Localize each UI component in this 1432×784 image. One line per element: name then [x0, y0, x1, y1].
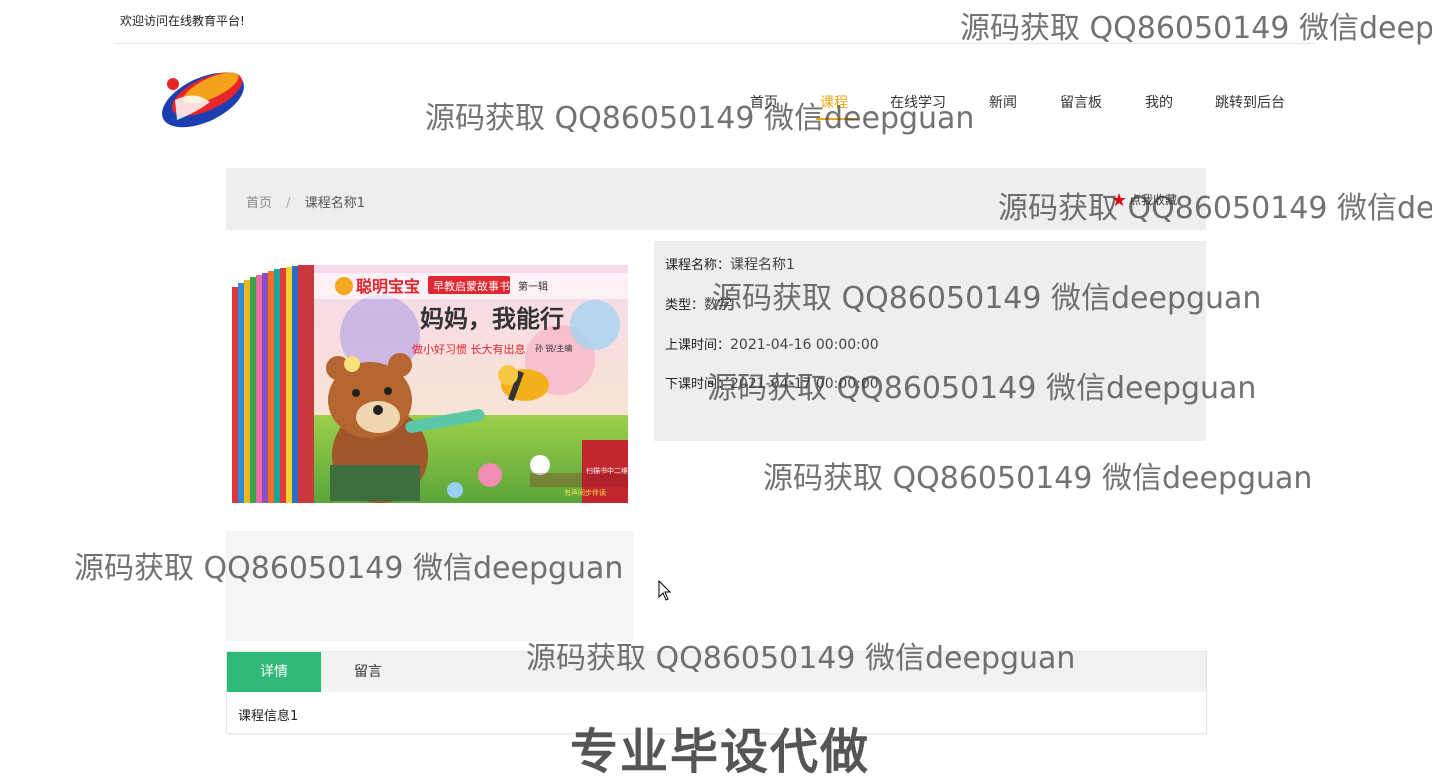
- course-start-label: 上课时间：: [665, 338, 731, 353]
- course-start-value: 2021-04-16 00:00:00: [730, 337, 879, 353]
- watermark-text: 源码获取 QQ86050149 微信deepguan: [425, 101, 975, 136]
- tab-details[interactable]: 详情: [227, 652, 321, 692]
- course-cover-image: 聪明宝宝 早教启蒙故事书 第一辑 妈妈，我能行 孙 锐/主编 做小好习惯 长大有…: [232, 265, 628, 503]
- book-tagline: 做小好习惯 长大有出息: [412, 342, 526, 356]
- book-author: 孙 锐/主编: [535, 343, 572, 353]
- course-info-panel: 课程名称：课程名称1 类型：数学 上课时间：2021-04-16 00:00:0…: [654, 241, 1206, 441]
- site-logo[interactable]: [155, 60, 250, 135]
- book-audio-note: 有声同步伴读: [564, 488, 606, 497]
- course-name-row: 课程名称：课程名称1: [665, 254, 795, 274]
- breadcrumb-home[interactable]: 首页: [246, 196, 272, 211]
- nav-my[interactable]: 我的: [1145, 92, 1173, 112]
- tab-comments[interactable]: 留言: [321, 652, 415, 692]
- book-brand: 聪明宝宝: [356, 277, 420, 296]
- watermark-text: 源码获取 QQ86050149 微信deepguan: [998, 191, 1432, 226]
- watermark-big-text: 专业毕设代做: [570, 724, 871, 780]
- watermark-text: 源码获取 QQ86050149 微信deepguan: [707, 371, 1257, 406]
- breadcrumb-current: 课程名称1: [304, 196, 365, 211]
- watermark-text: 源码获取 QQ86050149 微信deepguan: [712, 281, 1262, 316]
- nav-news[interactable]: 新闻: [989, 92, 1017, 112]
- breadcrumb-separator: /: [286, 196, 291, 211]
- watermark-text: 源码获取 QQ86050149 微信deepguan: [763, 461, 1313, 496]
- watermark-text: 源码获取 QQ86050149 微信deepguan: [74, 551, 624, 586]
- nav-message-board[interactable]: 留言板: [1060, 92, 1102, 112]
- course-start-row: 上课时间：2021-04-16 00:00:00: [665, 334, 879, 353]
- watermark-text: 源码获取 QQ86050149 微信deepguan: [526, 641, 1076, 676]
- book-volume: 第一辑: [518, 280, 548, 293]
- welcome-text: 欢迎访问在线教育平台!: [120, 14, 245, 28]
- book-series: 早教启蒙故事书: [433, 279, 510, 293]
- watermark-text: 源码获取 QQ86050149 微信deepguan: [960, 11, 1432, 46]
- course-name-label: 课程名称：: [665, 258, 731, 273]
- nav-admin[interactable]: 跳转到后台: [1215, 92, 1285, 112]
- book-title: 妈妈，我能行: [420, 305, 564, 333]
- course-name-value: 课程名称1: [730, 257, 795, 273]
- breadcrumb: 首页 / 课程名称1: [246, 192, 365, 211]
- mouse-cursor-icon: [658, 580, 672, 601]
- course-type-label: 类型：: [665, 298, 705, 313]
- tab-content: 课程信息1: [238, 709, 299, 724]
